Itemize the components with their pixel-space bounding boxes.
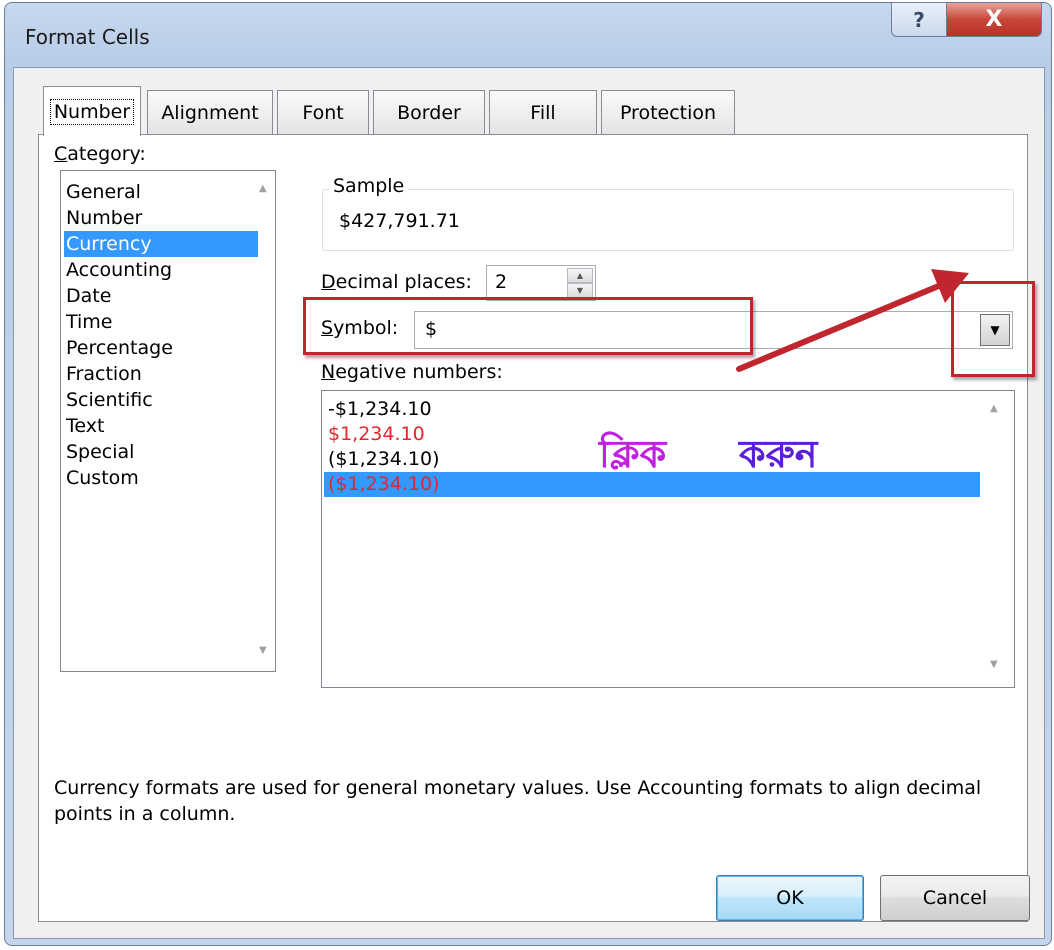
sample-label: Sample — [329, 175, 409, 197]
annotation-word-click: ক্লিক — [599, 432, 667, 476]
spin-down-icon[interactable]: ▼ — [567, 283, 593, 298]
negative-format-item[interactable]: $1,234.10 — [328, 422, 425, 447]
decimal-places-label: Decimal places: — [321, 271, 472, 293]
tab-protection[interactable]: Protection — [601, 90, 735, 134]
symbol-highlight-box — [303, 297, 753, 355]
scroll-down-icon[interactable]: ▼ — [259, 645, 267, 656]
negative-format-item[interactable]: ($1,234.10) — [328, 447, 440, 472]
annotation-arrow-icon — [736, 269, 969, 372]
category-item-percentage[interactable]: Percentage — [66, 335, 173, 361]
tab-border[interactable]: Border — [373, 90, 485, 134]
cancel-button[interactable]: Cancel — [880, 875, 1030, 921]
negative-format-item[interactable]: -$1,234.10 — [328, 397, 432, 422]
scroll-down-icon[interactable]: ▼ — [990, 659, 998, 670]
decimal-places-value[interactable]: 2 — [495, 271, 507, 293]
tab-number-label: Number — [49, 98, 135, 125]
tab-number[interactable]: Number — [43, 86, 141, 136]
tab-protection-label: Protection — [619, 101, 717, 124]
category-item-special[interactable]: Special — [66, 439, 134, 465]
category-item-general[interactable]: General — [66, 179, 141, 205]
category-list[interactable]: General Number Currency Accounting Date … — [60, 170, 276, 672]
tab-fill[interactable]: Fill — [489, 90, 597, 134]
scroll-up-icon[interactable]: ▲ — [990, 403, 998, 414]
category-description: Currency formats are used for general mo… — [54, 777, 982, 825]
category-item-number[interactable]: Number — [66, 205, 142, 231]
category-item-text[interactable]: Text — [66, 413, 104, 439]
negative-numbers-label: Negative numbers: — [321, 361, 503, 383]
spin-up-icon[interactable]: ▲ — [567, 268, 593, 283]
negative-numbers-list[interactable]: -$1,234.10 $1,234.10 ($1,234.10) ($1,234… — [321, 390, 1015, 688]
format-cells-dialog: Format Cells ? X Number Alignment Font B… — [4, 2, 1052, 946]
decimal-places-spinner[interactable]: 2 ▲ ▼ — [486, 265, 596, 301]
close-icon: X — [985, 7, 1003, 32]
category-label: Category: — [54, 143, 146, 165]
category-item-fraction[interactable]: Fraction — [66, 361, 142, 387]
category-item-custom[interactable]: Custom — [66, 465, 139, 491]
help-button[interactable]: ? — [891, 3, 947, 37]
ok-button[interactable]: OK — [716, 875, 864, 921]
tab-border-label: Border — [397, 101, 461, 124]
sample-value: $427,791.71 — [339, 210, 460, 232]
annotation-word-do: করুন — [739, 432, 818, 476]
category-item-scientific[interactable]: Scientific — [66, 387, 153, 413]
window-title: Format Cells — [25, 25, 150, 49]
category-item-currency[interactable]: Currency — [64, 231, 258, 257]
tab-font-label: Font — [302, 101, 344, 124]
category-item-accounting[interactable]: Accounting — [66, 257, 172, 283]
category-item-time[interactable]: Time — [66, 309, 113, 335]
tab-fill-label: Fill — [530, 101, 556, 124]
number-tab-panel: Category: General Number Currency Accoun… — [38, 134, 1035, 922]
dialog-body: Number Alignment Font Border Fill Protec… — [13, 67, 1045, 939]
close-button[interactable]: X — [946, 3, 1042, 37]
sample-group: Sample $427,791.71 — [322, 175, 1014, 251]
help-icon: ? — [913, 7, 925, 32]
tab-font[interactable]: Font — [277, 90, 369, 134]
spinner-buttons[interactable]: ▲ ▼ — [567, 268, 593, 298]
tab-alignment[interactable]: Alignment — [147, 90, 273, 134]
category-item-date[interactable]: Date — [66, 283, 111, 309]
tab-alignment-label: Alignment — [161, 101, 259, 124]
scroll-up-icon[interactable]: ▲ — [259, 183, 267, 194]
